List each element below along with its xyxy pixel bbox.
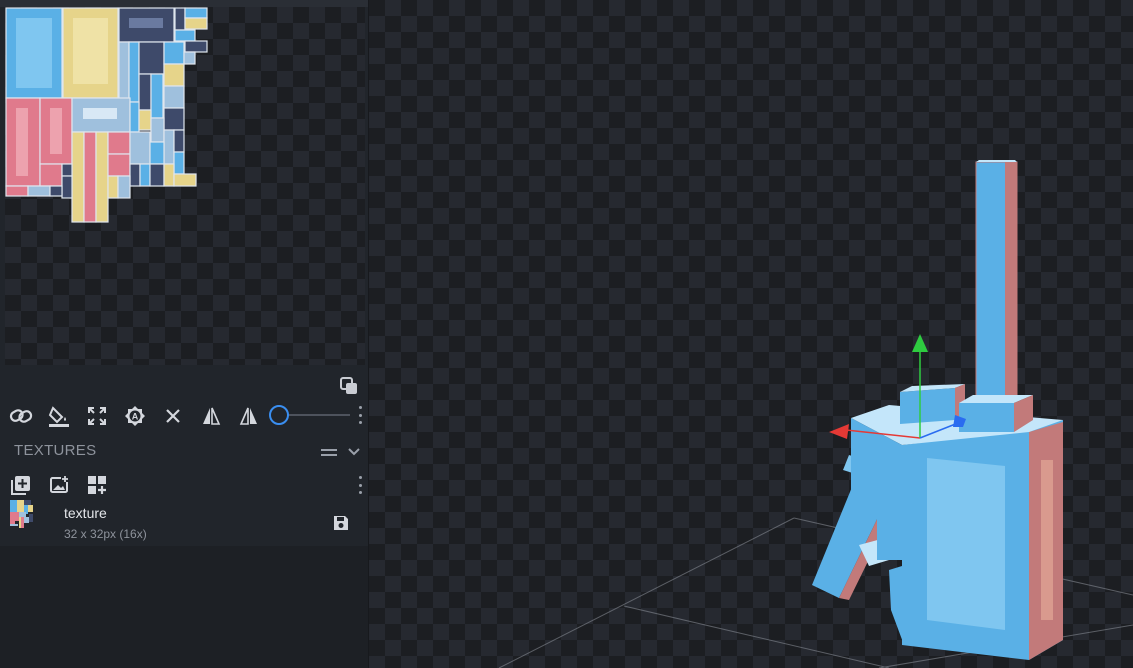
zoom-slider-handle[interactable] — [269, 405, 289, 425]
svg-text:A: A — [132, 412, 139, 422]
block-model[interactable] — [812, 160, 1063, 660]
mirror-x-icon[interactable] — [198, 403, 224, 429]
textures-panel-title: TEXTURES — [14, 442, 97, 459]
texture-thumbnail — [10, 500, 33, 528]
auto-uv-icon[interactable]: A — [122, 403, 148, 429]
texture-generator-icon[interactable] — [84, 472, 110, 498]
paint-bucket-icon[interactable] — [46, 403, 72, 429]
texture-list: texture 32 x 32px (16x) — [0, 500, 368, 668]
copy-uv-icon[interactable] — [338, 375, 360, 397]
x-axis-handle[interactable] — [829, 424, 849, 439]
add-texture-icon[interactable] — [8, 472, 34, 498]
maximize-icon[interactable] — [84, 403, 110, 429]
texture-list-item[interactable]: texture 32 x 32px (16x) — [0, 500, 368, 546]
uv-map — [5, 7, 208, 223]
uv-editor[interactable] — [5, 7, 365, 365]
textures-panel-header: TEXTURES — [0, 436, 368, 466]
import-texture-icon[interactable] — [46, 472, 72, 498]
save-icon[interactable] — [332, 514, 350, 532]
uv-menu-icon[interactable] — [357, 406, 363, 424]
chevron-down-icon[interactable] — [347, 444, 365, 458]
viewport-scene — [498, 160, 1133, 668]
link-icon[interactable] — [8, 403, 34, 429]
texture-name: texture — [64, 505, 107, 521]
zoom-slider[interactable] — [268, 404, 350, 426]
textures-toolbar — [0, 472, 368, 500]
uv-editor-header — [0, 0, 368, 7]
textures-menu-icon[interactable] — [357, 476, 363, 494]
mirror-y-icon[interactable] — [236, 403, 262, 429]
left-panel: A TEXTURES texture 32 x 32px (16x) — [0, 0, 369, 668]
drag-handle-icon[interactable] — [320, 444, 338, 458]
close-icon[interactable] — [160, 403, 186, 429]
y-axis-handle[interactable] — [912, 334, 928, 352]
3d-viewport[interactable] — [369, 0, 1133, 668]
texture-resolution: 32 x 32px (16x) — [64, 527, 147, 541]
